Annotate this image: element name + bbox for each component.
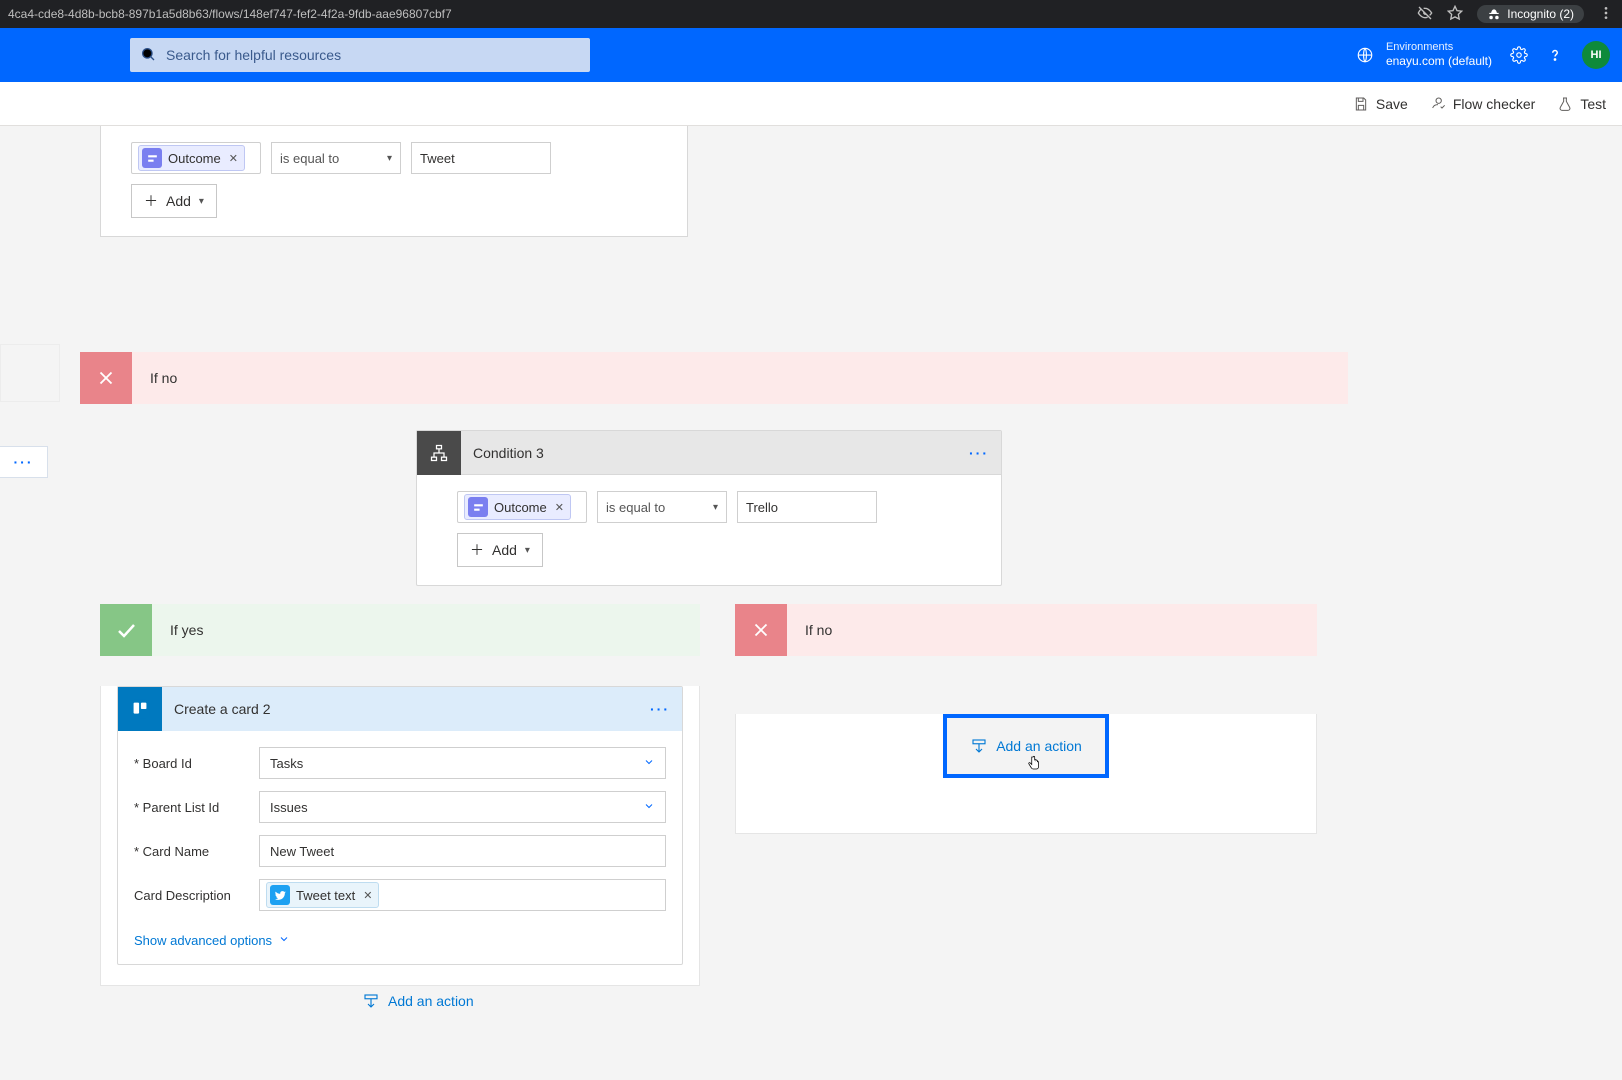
condition-card-body: Outcome ✕ is equal to ▾ Tweet ＋ Add ▾	[100, 126, 688, 237]
trello-icon	[118, 687, 162, 731]
if-no-inner-label: If no	[787, 622, 832, 638]
condition-icon	[417, 431, 461, 475]
environment-picker[interactable]: Environments enayu.com (default)	[1356, 41, 1492, 69]
flow-checker-button[interactable]: Flow checker	[1430, 96, 1535, 112]
environments-label: Environments	[1386, 41, 1492, 54]
card-name-label: * Card Name	[134, 844, 249, 859]
flow-canvas[interactable]: ··· Outcome ✕ is equal to ▾ Tweet ＋ Add …	[0, 126, 1622, 1080]
cross-icon	[735, 604, 787, 656]
create-card-menu[interactable]: ···	[650, 701, 670, 717]
search-icon	[140, 46, 156, 65]
test-button[interactable]: Test	[1557, 96, 1606, 112]
cond3-right-operand[interactable]: Trello	[737, 491, 877, 523]
left-ellipsis-button[interactable]: ···	[0, 446, 48, 478]
add-action-button-no[interactable]: Add an action	[970, 737, 1082, 755]
card-description-label: Card Description	[134, 888, 249, 903]
search-box[interactable]	[130, 38, 590, 72]
outcome-token[interactable]: Outcome ✕	[138, 145, 245, 171]
if-yes-branch-header[interactable]: If yes	[100, 604, 700, 656]
chevron-down-icon	[643, 756, 655, 771]
parent-list-select[interactable]: Issues	[259, 791, 666, 823]
condition-3-title: Condition 3	[473, 445, 544, 461]
chevron-down-icon	[278, 933, 290, 948]
if-yes-label: If yes	[152, 622, 203, 638]
create-card-header[interactable]: Create a card 2 ···	[118, 687, 682, 731]
help-icon[interactable]	[1546, 46, 1564, 64]
if-no-branch-header[interactable]: If no	[80, 352, 1348, 404]
eye-off-icon[interactable]	[1417, 5, 1433, 24]
if-no-inner-branch: If no Add an action	[735, 604, 1317, 834]
chevron-down-icon: ▾	[199, 196, 204, 207]
cond3-add-row-button[interactable]: ＋ Add ▾	[457, 533, 543, 567]
condition-operator-select[interactable]: is equal to ▾	[271, 142, 401, 174]
browser-chrome-bar: 4ca4-cde8-4d8b-bcb8-897b1a5d8b63/flows/1…	[0, 0, 1622, 28]
approvals-icon	[142, 148, 162, 168]
card-name-input[interactable]: New Tweet	[259, 835, 666, 867]
outcome-token[interactable]: Outcome ✕	[464, 494, 571, 520]
chevron-down-icon	[643, 800, 655, 815]
condition-left-operand[interactable]: Outcome ✕	[131, 142, 261, 174]
avatar[interactable]: HI	[1582, 41, 1610, 69]
condition-3-card: Condition 3 ··· Outcome ✕ is equal to ▾ …	[416, 430, 1002, 586]
condition-3-menu[interactable]: ···	[969, 445, 989, 461]
condition-right-operand[interactable]: Tweet	[411, 142, 551, 174]
if-yes-branch: If yes Create a card 2 ··· * Board Id Ta…	[100, 604, 700, 986]
create-card-title: Create a card 2	[174, 701, 271, 717]
add-action-highlight-box: Add an action	[943, 714, 1109, 778]
chevron-down-icon: ▾	[387, 153, 392, 164]
check-icon	[100, 604, 152, 656]
twitter-icon	[270, 885, 290, 905]
command-bar: Save Flow checker Test	[0, 82, 1622, 126]
app-header: Environments enayu.com (default) HI	[0, 28, 1622, 82]
browser-menu-icon[interactable]	[1598, 5, 1614, 24]
search-input[interactable]	[166, 47, 580, 63]
remove-token-icon[interactable]: ✕	[361, 889, 372, 902]
incognito-label: Incognito (2)	[1507, 7, 1574, 21]
star-icon[interactable]	[1447, 5, 1463, 24]
create-card-action: Create a card 2 ··· * Board Id Tasks * P…	[117, 686, 683, 965]
cond3-left-operand[interactable]: Outcome ✕	[457, 491, 587, 523]
incognito-badge[interactable]: Incognito (2)	[1477, 5, 1584, 23]
gear-icon[interactable]	[1510, 46, 1528, 64]
if-no-inner-header[interactable]: If no	[735, 604, 1317, 656]
cond3-operator-select[interactable]: is equal to ▾	[597, 491, 727, 523]
globe-icon	[1356, 46, 1374, 64]
left-card-fragment	[0, 344, 60, 402]
save-button[interactable]: Save	[1353, 96, 1408, 112]
chevron-down-icon: ▾	[713, 502, 718, 513]
parent-list-label: * Parent List Id	[134, 800, 249, 815]
approvals-icon	[468, 497, 488, 517]
cross-icon	[80, 352, 132, 404]
environment-value: enayu.com (default)	[1386, 54, 1492, 68]
remove-token-icon[interactable]: ✕	[553, 501, 564, 514]
url-text: 4ca4-cde8-4d8b-bcb8-897b1a5d8b63/flows/1…	[8, 7, 1417, 21]
board-id-select[interactable]: Tasks	[259, 747, 666, 779]
board-id-label: * Board Id	[134, 756, 249, 771]
show-advanced-options[interactable]: Show advanced options	[118, 921, 682, 964]
tweet-text-token[interactable]: Tweet text ✕	[266, 882, 379, 908]
add-action-button-yes[interactable]: Add an action	[362, 992, 474, 1010]
plus-icon: ＋	[144, 191, 158, 211]
condition-3-header[interactable]: Condition 3 ···	[417, 431, 1001, 475]
card-description-input[interactable]: Tweet text ✕	[259, 879, 666, 911]
remove-token-icon[interactable]: ✕	[227, 152, 238, 165]
add-row-button[interactable]: ＋ Add ▾	[131, 184, 217, 218]
if-no-label: If no	[132, 370, 177, 386]
plus-icon: ＋	[470, 540, 484, 560]
chevron-down-icon: ▾	[525, 545, 530, 556]
cursor-pointer-icon	[1025, 754, 1043, 775]
